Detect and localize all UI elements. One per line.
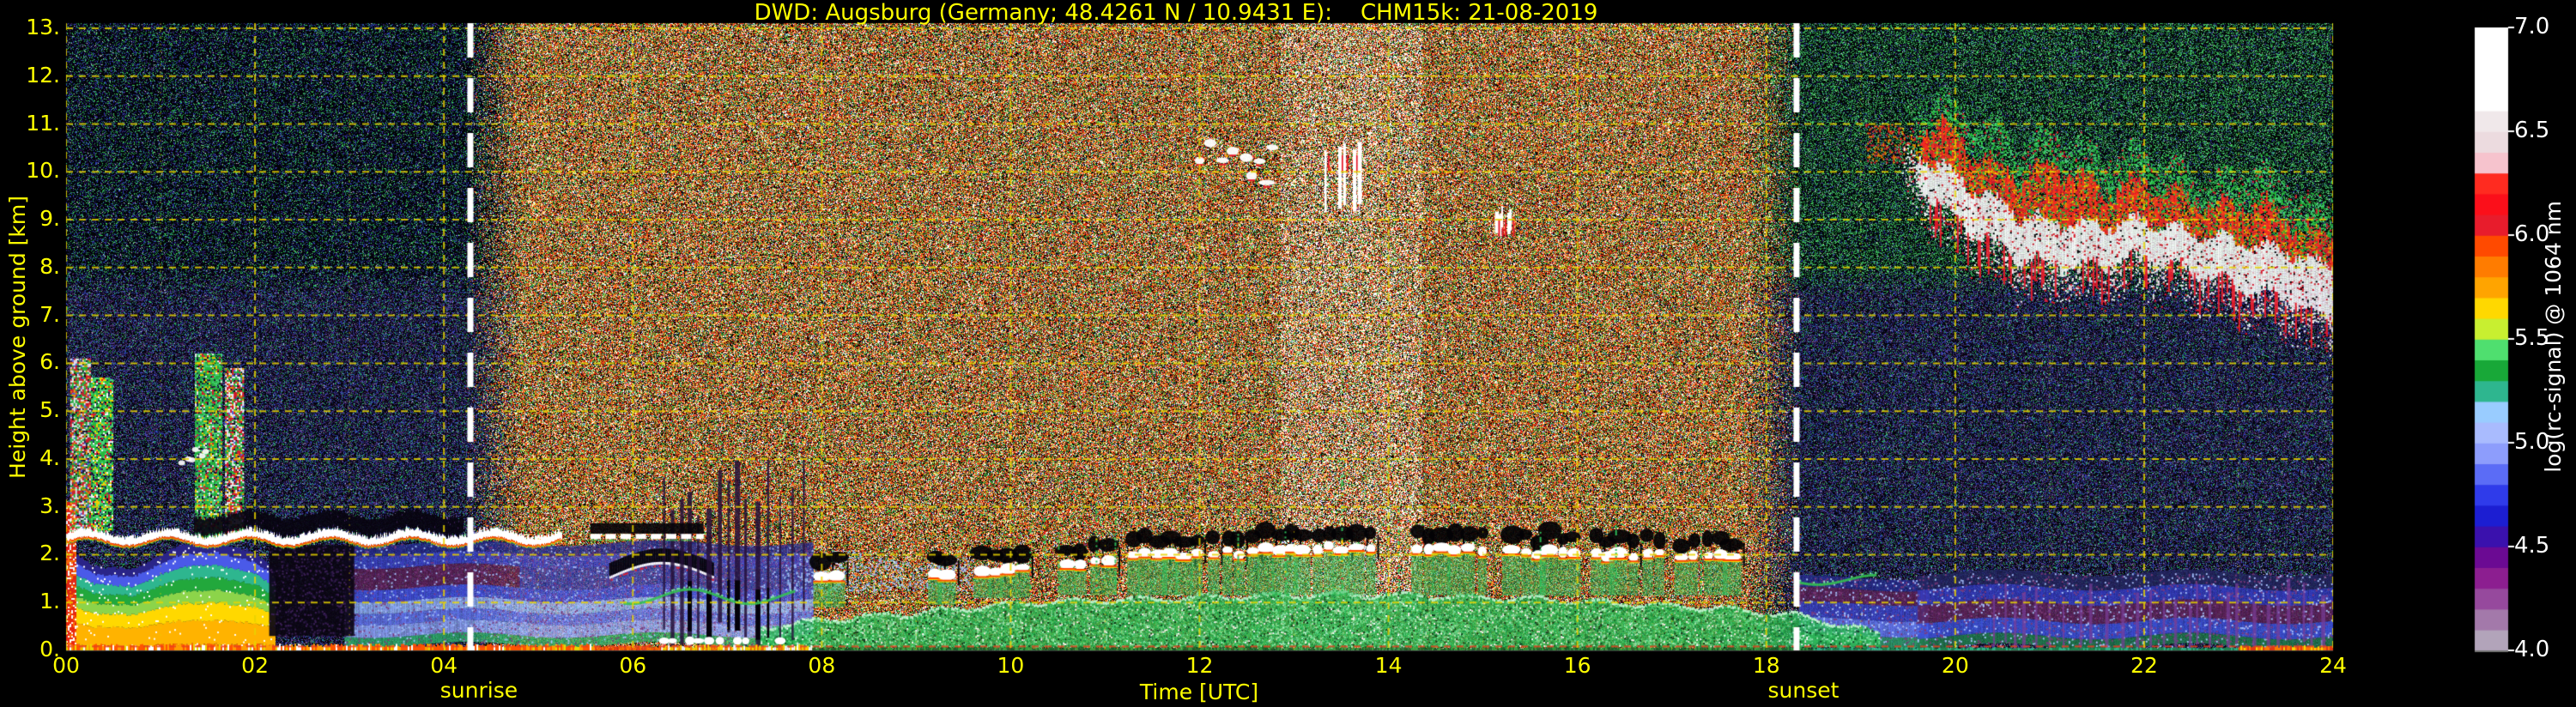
colorbar-tick-label: 7.0 (2514, 14, 2549, 39)
ceilometer-quicklook: DWD: Augsburg (Germany; 48.4261 N / 10.9… (0, 0, 2576, 707)
colorbar-tick-label: 6.5 (2514, 118, 2549, 143)
x-tick-label: 16 (1548, 653, 1608, 678)
y-tick-label: 12. (0, 63, 60, 88)
x-tick-label: 24 (2303, 653, 2363, 678)
x-tick-label: 18 (1737, 653, 1797, 678)
colorbar-tick-label: 5.0 (2514, 429, 2549, 455)
x-tick-label: 20 (1925, 653, 1985, 678)
y-tick-label: 7. (0, 302, 60, 327)
x-axis-title: Time [UTC] (1070, 680, 1328, 704)
colorbar-tick-label: 6.0 (2514, 221, 2549, 247)
x-tick-label: 04 (414, 653, 474, 678)
lidar-heatmap-canvas (0, 0, 2576, 707)
x-tick-label: 08 (791, 653, 852, 678)
x-tick-label: 12 (1170, 653, 1230, 678)
colorbar-tick-label: 5.5 (2514, 325, 2549, 351)
y-tick-label: 1. (0, 589, 60, 613)
x-tick-label: 14 (1359, 653, 1419, 678)
x-tick-label: 10 (980, 653, 1040, 678)
y-tick-label: 2. (0, 541, 60, 565)
colorbar-tick-label: 4.5 (2514, 533, 2549, 559)
y-tick-label: 11. (0, 111, 60, 136)
y-tick-label: 8. (0, 254, 60, 279)
sunset-label: sunset (1743, 678, 1864, 703)
page-title: DWD: Augsburg (Germany; 48.4261 N / 10.9… (0, 0, 2352, 23)
y-tick-label: 3. (0, 493, 60, 518)
sunrise-label: sunrise (419, 678, 539, 703)
y-tick-label: 5. (0, 397, 60, 422)
colorbar-tick-label: 4.0 (2514, 637, 2549, 662)
y-tick-label: 9. (0, 206, 60, 231)
y-tick-label: 6. (0, 349, 60, 374)
x-tick-label: 06 (603, 653, 663, 678)
y-axis-title-text: Height above ground [km] (5, 196, 30, 479)
y-tick-label: 4. (0, 445, 60, 470)
y-tick-label: 13. (0, 15, 60, 39)
x-tick-label: 02 (225, 653, 285, 678)
y-tick-label: 0. (0, 637, 60, 662)
x-tick-label: 22 (2114, 653, 2174, 678)
y-tick-label: 10. (0, 158, 60, 183)
